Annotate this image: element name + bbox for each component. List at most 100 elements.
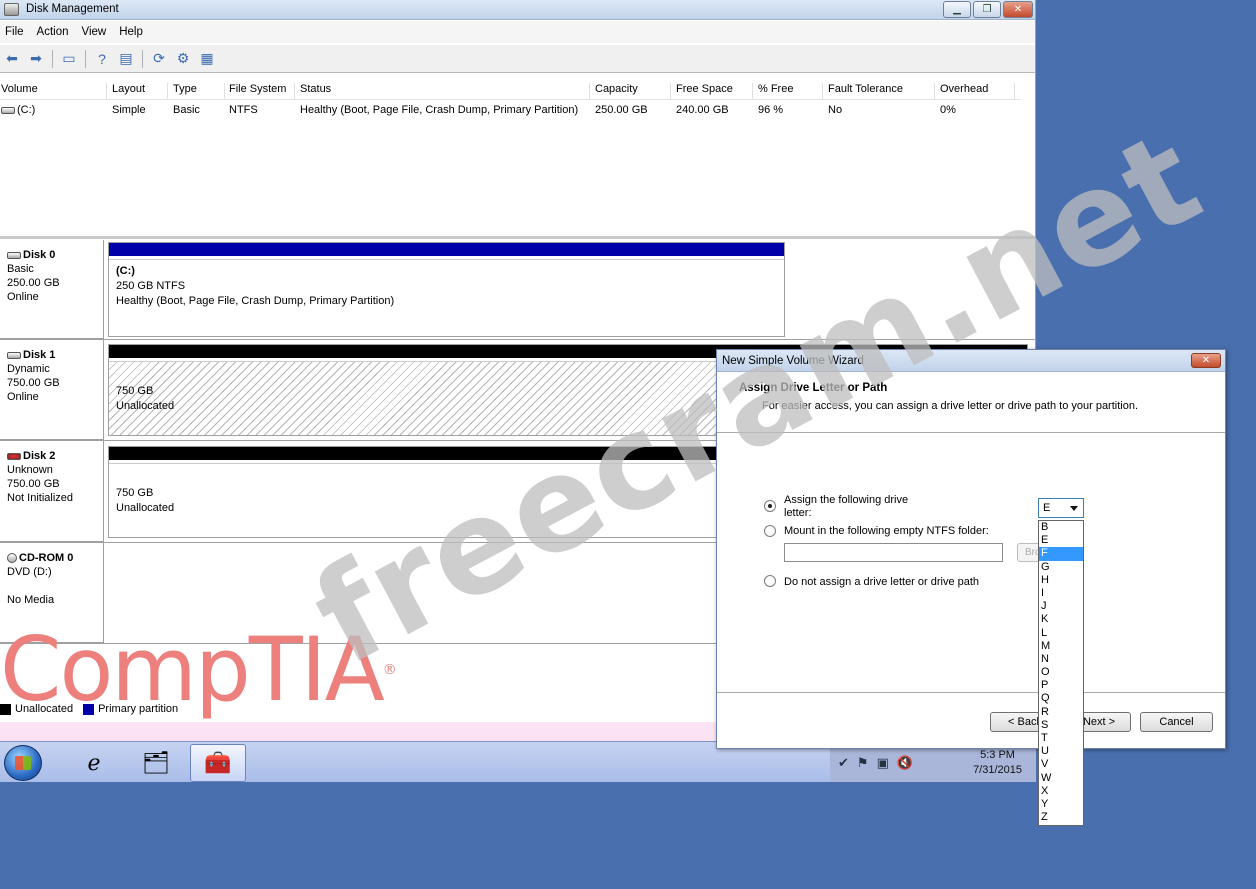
drive-letter-option[interactable]: X [1039, 785, 1083, 798]
drive-letter-option[interactable]: J [1039, 600, 1083, 613]
col-percent-free[interactable]: % Free [758, 83, 823, 99]
wizard-close-button[interactable]: ✕ [1191, 353, 1221, 368]
help-icon[interactable]: ? [92, 49, 112, 69]
row-free-space: 240.00 GB [676, 104, 729, 116]
maximize-button[interactable]: ❐ [973, 1, 1001, 18]
col-type[interactable]: Type [173, 83, 225, 99]
new-simple-volume-wizard: New Simple Volume Wizard ✕ Assign Drive … [716, 349, 1226, 749]
drive-letter-option[interactable]: F [1039, 547, 1083, 561]
drive-letter-option[interactable]: H [1039, 574, 1083, 587]
forward-arrow-icon[interactable]: ➡ [26, 49, 46, 69]
properties-icon[interactable]: ▤ [116, 49, 136, 69]
explorer-folder-icon[interactable]: 🗂 [128, 744, 184, 782]
row-file-system: NTFS [229, 104, 258, 116]
drive-letter-option[interactable]: V [1039, 758, 1083, 771]
start-button[interactable] [4, 745, 42, 781]
cdrom-icon [7, 553, 17, 564]
drive-letter-option[interactable]: Z [1039, 811, 1083, 824]
disk-icon [7, 351, 21, 359]
drive-letter-option[interactable]: P [1039, 679, 1083, 692]
mount-folder-radio[interactable] [764, 525, 776, 537]
system-tray: ✔ ⚑ ▣ 🔇 5:3 PM 7/31/2015 [830, 744, 1036, 782]
drive-letter-option[interactable]: M [1039, 640, 1083, 653]
mount-folder-label[interactable]: Mount in the following empty NTFS folder… [784, 525, 989, 538]
drive-letter-option[interactable]: G [1039, 561, 1083, 574]
wizard-title: New Simple Volume Wizard [722, 355, 864, 367]
col-fault-tolerance[interactable]: Fault Tolerance [828, 83, 935, 99]
minimize-button[interactable]: ▁ [943, 1, 971, 18]
cancel-button[interactable]: Cancel [1140, 712, 1213, 732]
col-capacity[interactable]: Capacity [595, 83, 671, 99]
drive-letter-list: BEFGHIJKLMNOPQRSTUVWXYZ [1038, 520, 1084, 826]
menu-action[interactable]: Action [32, 26, 77, 38]
row-status: Healthy (Boot, Page File, Crash Dump, Pr… [300, 104, 579, 116]
disk-warning-icon [7, 452, 21, 460]
no-letter-radio[interactable] [764, 575, 776, 587]
menu-file[interactable]: File [0, 26, 32, 38]
drive-letter-option[interactable]: B [1039, 521, 1083, 534]
settings-icon[interactable]: ▦ [197, 49, 217, 69]
no-letter-label[interactable]: Do not assign a drive letter or drive pa… [784, 576, 979, 589]
menu-view[interactable]: View [77, 26, 115, 38]
chevron-down-icon [1070, 506, 1078, 511]
drive-letter-option[interactable]: U [1039, 745, 1083, 758]
action-center-flag-icon[interactable]: ⚑ [857, 755, 869, 771]
drive-letter-option[interactable]: I [1039, 587, 1083, 600]
back-arrow-icon[interactable]: ⬅ [2, 49, 22, 69]
row-fault-tolerance: No [828, 104, 843, 116]
row-layout: Simple [112, 104, 146, 116]
volume-muted-icon[interactable]: 🔇 [897, 755, 913, 771]
drive-letter-option[interactable]: K [1039, 613, 1083, 626]
drive-letter-option[interactable]: R [1039, 706, 1083, 719]
rescan-icon[interactable]: ⚙ [173, 49, 193, 69]
close-button[interactable]: ✕ [1003, 1, 1033, 18]
col-overhead[interactable]: Overhead [940, 83, 1015, 99]
col-free-space[interactable]: Free Space [676, 83, 753, 99]
row-overhead: 0% [940, 104, 956, 116]
folder-path-input[interactable] [784, 543, 1003, 562]
drive-letter-option[interactable]: E [1039, 534, 1083, 547]
volume-list-header: Volume Layout Type File System Status Ca… [0, 80, 1020, 100]
menu-help[interactable]: Help [114, 26, 151, 38]
internet-explorer-icon[interactable]: ℯ [66, 744, 122, 782]
assign-letter-label[interactable]: Assign the following drive letter: [784, 494, 919, 520]
wizard-subheading: For easier access, you can assign a driv… [762, 400, 1139, 412]
disk-2-info[interactable]: Disk 2 Unknown 750.00 GB Not Initialized [0, 441, 104, 542]
row-percent-free: 96 % [758, 104, 784, 116]
row-volume: (C:) [1, 104, 35, 116]
disk-0-partition-c[interactable]: (C:) 250 GB NTFS Healthy (Boot, Page Fil… [108, 242, 785, 337]
col-file-system[interactable]: File System [229, 83, 295, 99]
drive-letter-option[interactable]: S [1039, 719, 1083, 732]
primary-partition-bar [109, 243, 784, 256]
network-icon[interactable]: ▣ [877, 755, 889, 771]
computer-management-icon[interactable]: 🧰 [190, 744, 246, 782]
drive-letter-option[interactable]: W [1039, 772, 1083, 785]
drive-letter-option[interactable]: Y [1039, 798, 1083, 811]
menu-bar: File Action View Help [0, 21, 1035, 43]
col-volume[interactable]: Volume [1, 83, 107, 99]
drive-letter-select[interactable]: E [1038, 498, 1084, 518]
wizard-title-bar[interactable]: New Simple Volume Wizard ✕ [717, 350, 1225, 372]
assign-letter-radio[interactable] [764, 500, 776, 512]
wizard-heading: Assign Drive Letter or Path [739, 382, 888, 394]
drive-letter-option[interactable]: Q [1039, 692, 1083, 705]
title-bar[interactable]: Disk Management ▁ ❐ ✕ [0, 0, 1035, 20]
table-row[interactable]: (C:) Simple Basic NTFS Healthy (Boot, Pa… [0, 101, 1020, 121]
security-shield-icon[interactable]: ✔ [838, 755, 849, 771]
disk-icon [7, 251, 21, 259]
disk-0-info[interactable]: Disk 0 Basic 250.00 GB Online [0, 240, 104, 339]
drive-letter-option[interactable]: T [1039, 732, 1083, 745]
row-capacity: 250.00 GB [595, 104, 648, 116]
clock[interactable]: 5:3 PM 7/31/2015 [973, 748, 1022, 778]
pane-splitter[interactable] [0, 236, 1035, 239]
refresh-icon[interactable]: ⟳ [149, 49, 169, 69]
col-status[interactable]: Status [300, 83, 590, 99]
disk-1-info[interactable]: Disk 1 Dynamic 750.00 GB Online [0, 340, 104, 440]
disk-management-icon [4, 3, 19, 16]
drive-letter-option[interactable]: N [1039, 653, 1083, 666]
drive-icon [1, 106, 15, 114]
col-layout[interactable]: Layout [112, 83, 168, 99]
drive-letter-option[interactable]: L [1039, 627, 1083, 640]
console-tree-icon[interactable]: ▭ [59, 49, 79, 69]
drive-letter-option[interactable]: O [1039, 666, 1083, 679]
